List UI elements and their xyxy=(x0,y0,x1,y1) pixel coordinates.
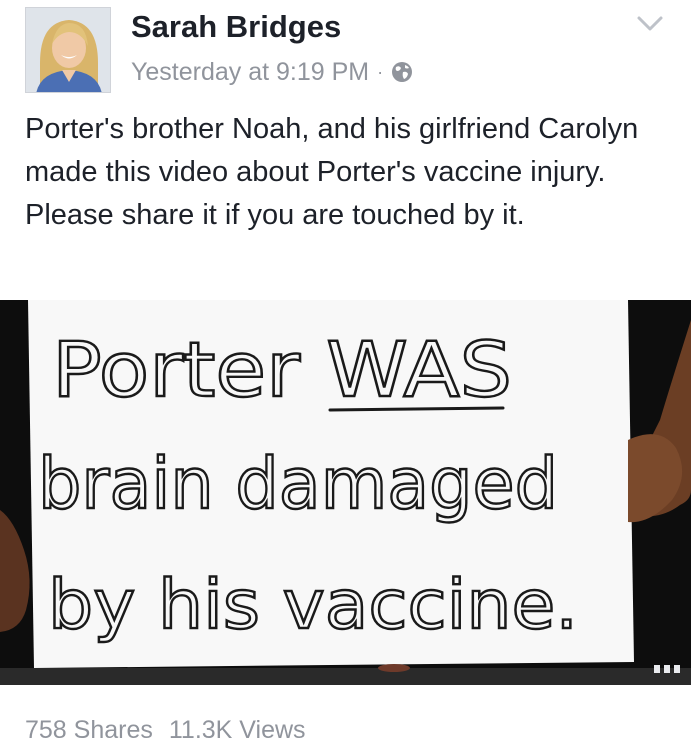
chevron-down-icon[interactable] xyxy=(636,14,664,34)
post-stats: 758 Shares 11.3K Views xyxy=(25,714,306,746)
views-count[interactable]: 11.3K Views xyxy=(169,716,306,745)
author-name[interactable]: Sarah Bridges xyxy=(131,9,341,45)
sign-line-2: brain damaged xyxy=(38,443,558,525)
author-avatar[interactable] xyxy=(25,7,111,93)
post-header: Sarah Bridges Yesterday at 9:19 PM · xyxy=(0,0,691,100)
sign-text-layer: Porter WAS brain damaged by his vaccine. xyxy=(37,324,579,646)
post-text: Porter's brother Noah, and his girlfrien… xyxy=(25,113,639,231)
video-player[interactable]: Porter WAS brain damaged by his vaccine. xyxy=(0,300,691,685)
globe-icon[interactable] xyxy=(391,61,413,83)
feed-post: Sarah Bridges Yesterday at 9:19 PM · Por… xyxy=(0,0,691,748)
shares-count[interactable]: 758 Shares xyxy=(25,716,153,745)
post-meta: Yesterday at 9:19 PM · xyxy=(131,56,413,88)
sign-line-1: Porter WAS xyxy=(52,325,512,414)
meta-separator: · xyxy=(377,62,384,82)
video-quality-icon[interactable] xyxy=(654,665,680,673)
profile-photo xyxy=(26,8,110,92)
post-timestamp[interactable]: Yesterday at 9:19 PM xyxy=(131,58,369,87)
sign-line-3: by his vaccine. xyxy=(48,566,578,645)
